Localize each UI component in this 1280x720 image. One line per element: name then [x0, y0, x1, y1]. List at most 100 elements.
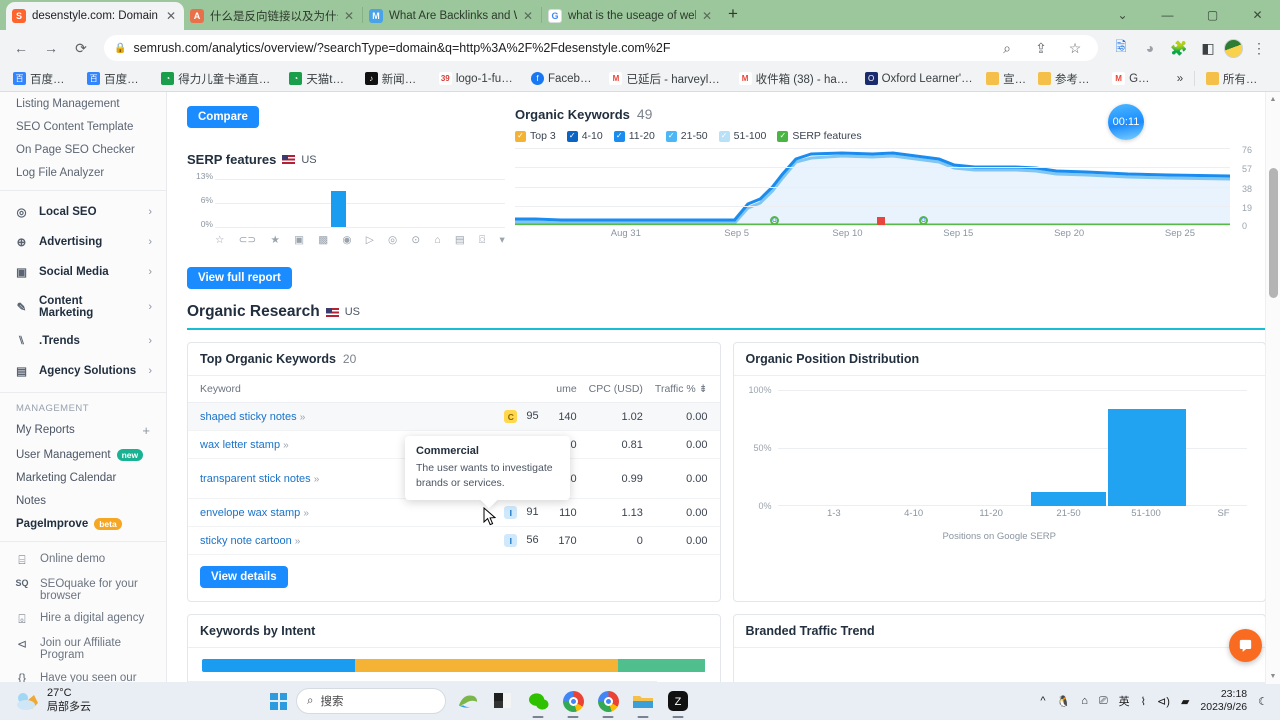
- bookmark-item[interactable]: ◔ 天猫tmall: [284, 69, 356, 89]
- sidebar-item-affiliate-program[interactable]: ⊲ Join our Affiliate Program: [0, 632, 166, 666]
- close-icon[interactable]: ✕: [702, 10, 714, 22]
- taskbar-app-capcut[interactable]: Z: [665, 688, 691, 718]
- checkbox-icon[interactable]: ✓: [665, 130, 677, 142]
- twitter-icon[interactable]: ▾: [500, 234, 505, 247]
- knowledge-panel-icon[interactable]: ⌂: [434, 234, 440, 247]
- bookmark-folder[interactable]: 宣传: [981, 69, 1030, 89]
- sidebar-item-seoquake[interactable]: SQ SEOquake for your browser: [0, 573, 166, 607]
- checkbox-icon[interactable]: ✓: [718, 130, 730, 142]
- sidebar-item-notes[interactable]: Notes: [0, 489, 166, 512]
- taskbar-app-edge[interactable]: [455, 688, 481, 714]
- cell-keyword[interactable]: sticky note cartoon »: [188, 526, 487, 555]
- close-icon[interactable]: ✕: [523, 10, 535, 22]
- all-bookmarks-button[interactable]: 所有书签: [1201, 69, 1272, 89]
- share-icon[interactable]: ⇪: [1028, 35, 1054, 61]
- expand-icon[interactable]: »: [283, 440, 289, 451]
- sidebar-item-on-page-seo-checker[interactable]: On Page SEO Checker: [0, 138, 166, 161]
- minimize-button[interactable]: —: [1145, 0, 1190, 30]
- column-header-cpc[interactable]: CPC (USD): [582, 376, 649, 403]
- close-icon[interactable]: ✕: [344, 10, 356, 22]
- address-bar[interactable]: 🔒 semrush.com/analytics/overview/?search…: [104, 35, 1098, 61]
- bookmark-folder[interactable]: 参考网站: [1033, 69, 1104, 89]
- cell-keyword[interactable]: shaped sticky notes »: [188, 402, 487, 431]
- legend-item-serp-features[interactable]: ✓ SERP features: [777, 130, 862, 142]
- bookmark-item[interactable]: ◔ 得力儿童卡通直尺...: [156, 69, 281, 89]
- view-full-report-button[interactable]: View full report: [187, 267, 292, 289]
- sidebar-item-hire-agency[interactable]: ⌻ Hire a digital agency: [0, 607, 166, 632]
- start-button-icon[interactable]: [270, 692, 287, 710]
- checkbox-icon[interactable]: ✓: [613, 130, 625, 142]
- sidebar-item-listing-management[interactable]: Listing Management: [0, 92, 166, 115]
- battery-icon[interactable]: ▰: [1181, 695, 1189, 708]
- taskbar-app-folder[interactable]: [630, 688, 656, 718]
- sidebar-item-trends[interactable]: ⑊ .Trends ›: [0, 326, 166, 356]
- bookmark-item[interactable]: f Facebook: [526, 70, 602, 87]
- video-carousel-icon[interactable]: ▷: [366, 234, 374, 247]
- compare-button[interactable]: Compare: [187, 106, 259, 128]
- taskbar-clock[interactable]: 23:18 2023/9/26: [1200, 688, 1247, 714]
- expand-icon[interactable]: »: [303, 508, 309, 519]
- column-header-traffic[interactable]: Traffic % ⇟: [648, 376, 720, 403]
- browser-tab-1[interactable]: A 什么是反向链接以及为什么它们 ✕: [184, 2, 362, 30]
- note-marker[interactable]: [877, 217, 885, 225]
- keyword-link[interactable]: envelope wax stamp: [200, 507, 300, 519]
- taskbar-app-chrome-1[interactable]: [560, 688, 586, 718]
- do-not-disturb-icon[interactable]: ☾: [1258, 695, 1268, 708]
- tab-search-icon[interactable]: ⌄: [1100, 0, 1145, 30]
- keyword-link[interactable]: transparent stick notes: [200, 473, 311, 485]
- maximize-button[interactable]: ▢: [1190, 0, 1235, 30]
- sidebar-item-pageimprove[interactable]: PageImprove beta: [0, 512, 166, 535]
- bookmark-item[interactable]: O Oxford Learner's...: [860, 70, 979, 87]
- reload-icon[interactable]: ⟳: [68, 35, 94, 61]
- sidebar-item-content-marketing[interactable]: ✎ Content Marketing ›: [0, 287, 166, 326]
- bookmark-item[interactable]: ♪ 新闻头条: [360, 69, 431, 89]
- video-icon[interactable]: ◉: [342, 234, 351, 247]
- bookmark-item[interactable]: 百百度搜索: [8, 69, 79, 89]
- taskbar-app-wechat[interactable]: [525, 688, 551, 718]
- browser-tab-2[interactable]: M What Are Backlinks and Why ✕: [363, 2, 541, 30]
- featured-video-icon[interactable]: ◎: [388, 234, 397, 247]
- column-header-volume[interactable]: ume: [544, 376, 583, 403]
- puzzle-icon[interactable]: 🧩: [1166, 35, 1192, 61]
- volume-icon[interactable]: ⊲): [1157, 695, 1170, 708]
- legend-item-11-20[interactable]: ✓ 11-20: [613, 130, 655, 142]
- bar-segment-informational[interactable]: [202, 659, 356, 672]
- taskbar-search-box[interactable]: ⌕ 搜索: [296, 688, 446, 714]
- bookmark-item[interactable]: 百百度一下: [82, 69, 153, 89]
- shopping-ads-icon[interactable]: ⌼: [479, 234, 485, 247]
- keyword-link[interactable]: sticky note cartoon: [200, 535, 292, 547]
- bookmark-item[interactable]: M 收件箱 (38) - harv...: [734, 69, 857, 89]
- legend-item-21-50[interactable]: ✓ 21-50: [665, 130, 708, 142]
- featured-review-icon[interactable]: ★: [270, 234, 279, 247]
- qq-icon[interactable]: 🐧: [1057, 695, 1071, 708]
- wifi-icon[interactable]: ⌇: [1141, 695, 1146, 708]
- images-icon[interactable]: ▩: [318, 234, 328, 247]
- extension-grey-icon[interactable]: ◕: [1137, 35, 1163, 61]
- sidebar-item-marketing-calendar[interactable]: Marketing Calendar: [0, 466, 166, 489]
- sidebar-item-online-demo[interactable]: ⌸ Online demo: [0, 548, 166, 573]
- sort-icon[interactable]: ⇟: [699, 383, 708, 395]
- back-icon[interactable]: ←: [8, 35, 34, 61]
- scroll-down-arrow-icon[interactable]: ▼: [1266, 669, 1280, 684]
- intent-badge-informational[interactable]: I: [504, 534, 518, 547]
- sidebar-item-my-reports[interactable]: My Reports +: [0, 417, 166, 443]
- taskbar-app-chrome-2[interactable]: [595, 688, 621, 718]
- google-update-marker[interactable]: G: [770, 216, 779, 225]
- cell-keyword[interactable]: envelope wax stamp »: [188, 498, 487, 527]
- taskbar-weather-widget[interactable]: 27°C 局部多云: [0, 687, 270, 715]
- keyword-link[interactable]: shaped sticky notes: [200, 411, 297, 423]
- plus-icon[interactable]: +: [142, 423, 150, 438]
- close-window-button[interactable]: ✕: [1235, 0, 1280, 30]
- profile-avatar[interactable]: [1224, 38, 1243, 58]
- intent-badge-informational[interactable]: I: [504, 506, 518, 519]
- reviews-icon[interactable]: ☆: [215, 234, 224, 247]
- scrollbar-thumb[interactable]: [1269, 168, 1278, 298]
- expand-icon[interactable]: »: [300, 412, 306, 423]
- sidepanel-icon[interactable]: ◧: [1195, 35, 1221, 61]
- sidebar-item-social-media[interactable]: ▣ Social Media ›: [0, 257, 166, 287]
- browser-tab-3[interactable]: G what is the useage of website ✕: [542, 2, 720, 30]
- image-pack-icon[interactable]: ▣: [294, 234, 304, 247]
- ime-icon[interactable]: 英: [1119, 693, 1130, 709]
- checkbox-icon[interactable]: ✓: [566, 130, 578, 142]
- expand-icon[interactable]: »: [295, 536, 301, 547]
